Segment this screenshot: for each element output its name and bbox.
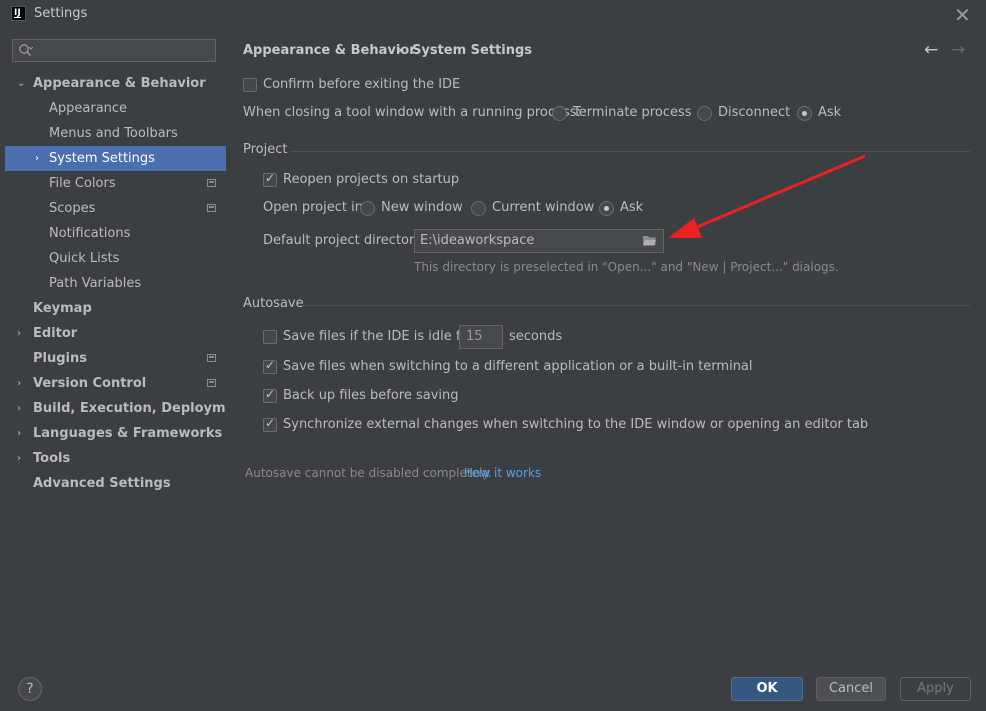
breadcrumb-current: System Settings xyxy=(412,43,533,58)
sidebar-item-label: Quick Lists xyxy=(49,251,120,266)
how-it-works-link[interactable]: How it works xyxy=(464,466,541,480)
intellij-logo-icon: IJ xyxy=(11,6,26,21)
sidebar-item-file-colors[interactable]: File Colors xyxy=(5,171,226,196)
sidebar-item-advanced-settings[interactable]: Advanced Settings xyxy=(5,471,226,496)
ask-label: Ask xyxy=(620,200,644,215)
sidebar-item-label: Menus and Toolbars xyxy=(49,126,178,141)
folder-icon[interactable] xyxy=(642,234,657,247)
confirm-exit-checkbox[interactable] xyxy=(243,78,257,92)
save-on-switch-checkbox[interactable] xyxy=(263,358,277,374)
sidebar-item-version-control[interactable]: › Version Control xyxy=(5,371,226,396)
cancel-button[interactable]: Cancel xyxy=(816,677,886,701)
new-window-radio[interactable] xyxy=(360,201,375,216)
sidebar-item-plugins[interactable]: Plugins xyxy=(5,346,226,371)
sidebar-item-notifications[interactable]: Notifications xyxy=(5,221,226,246)
sidebar-item-label: Path Variables xyxy=(49,276,142,291)
project-level-icon xyxy=(207,179,216,187)
idle-seconds-value: 15 xyxy=(466,329,483,344)
sidebar-item-menus-toolbars[interactable]: Menus and Toolbars xyxy=(5,121,226,146)
sidebar-item-label: Languages & Frameworks xyxy=(33,426,223,441)
current-window-label: Current window xyxy=(492,200,595,215)
sidebar-item-editor[interactable]: › Editor xyxy=(5,321,226,346)
sidebar-item-label: Appearance xyxy=(49,101,128,116)
backup-files-label: Back up files before saving xyxy=(283,388,459,403)
sidebar-item-quick-lists[interactable]: Quick Lists xyxy=(5,246,226,271)
forward-arrow-icon[interactable]: → xyxy=(951,40,965,60)
section-divider xyxy=(302,305,970,306)
sync-external-changes-checkbox[interactable] xyxy=(263,416,277,432)
default-directory-hint: This directory is preselected in "Open..… xyxy=(414,260,839,274)
new-window-label: New window xyxy=(381,200,463,215)
default-project-directory-value: E:\ideaworkspace xyxy=(420,233,535,248)
breadcrumb-parent[interactable]: Appearance & Behavior xyxy=(243,43,416,58)
open-project-in-label: Open project in xyxy=(263,200,363,215)
autosave-note: Autosave cannot be disabled completely. xyxy=(245,466,492,480)
sidebar-item-label: Notifications xyxy=(49,226,131,241)
save-idle-label: Save files if the IDE is idle for xyxy=(283,329,474,344)
default-project-directory-label: Default project directory: xyxy=(263,233,426,248)
sidebar-item-label: Tools xyxy=(33,451,71,466)
sidebar-item-tools[interactable]: › Tools xyxy=(5,446,226,471)
current-window-radio[interactable] xyxy=(471,201,486,216)
chevron-right-icon: › xyxy=(17,378,22,389)
terminate-process-label: Terminate process xyxy=(573,105,692,120)
sidebar-item-label: Scopes xyxy=(49,201,96,216)
breadcrumb-separator: › xyxy=(397,43,403,58)
ask-label: Ask xyxy=(818,105,842,120)
sidebar-item-appearance-behavior[interactable]: ⌄ Appearance & Behavior xyxy=(5,71,226,96)
project-level-icon xyxy=(207,204,216,212)
sidebar-item-keymap[interactable]: Keymap xyxy=(5,296,226,321)
confirm-exit-label: Confirm before exiting the IDE xyxy=(263,77,461,92)
chevron-right-icon: › xyxy=(17,428,22,439)
sidebar-item-appearance[interactable]: Appearance xyxy=(5,96,226,121)
reopen-projects-checkbox[interactable] xyxy=(263,171,277,187)
ask-radio[interactable] xyxy=(797,106,812,121)
apply-button[interactable]: Apply xyxy=(900,677,971,701)
help-button[interactable]: ? xyxy=(18,677,42,701)
search-icon xyxy=(19,44,33,56)
idle-seconds-suffix: seconds xyxy=(509,329,563,344)
title-bar xyxy=(0,0,986,30)
save-idle-checkbox[interactable] xyxy=(263,330,277,344)
backup-files-checkbox[interactable] xyxy=(263,387,277,403)
sidebar-item-system-settings[interactable]: › System Settings xyxy=(5,146,226,171)
chevron-right-icon: › xyxy=(17,328,22,339)
sidebar-item-scopes[interactable]: Scopes xyxy=(5,196,226,221)
save-on-switch-label: Save files when switching to a different… xyxy=(283,359,753,374)
ok-button[interactable]: OK xyxy=(731,677,803,701)
sidebar-item-label: Editor xyxy=(33,326,78,341)
ask-radio[interactable] xyxy=(599,201,614,216)
sidebar-item-label: Plugins xyxy=(33,351,87,366)
project-level-icon xyxy=(207,354,216,362)
sidebar-item-label: System Settings xyxy=(49,151,155,166)
sidebar-item-path-variables[interactable]: Path Variables xyxy=(5,271,226,296)
project-level-icon xyxy=(207,379,216,387)
disconnect-radio[interactable] xyxy=(697,106,712,121)
sidebar-item-label: Version Control xyxy=(33,376,147,391)
close-tool-window-label: When closing a tool window with a runnin… xyxy=(243,105,581,120)
terminate-process-radio[interactable] xyxy=(552,106,567,121)
chevron-right-icon: › xyxy=(35,153,39,164)
back-arrow-icon[interactable]: ← xyxy=(924,40,938,60)
reopen-projects-label: Reopen projects on startup xyxy=(283,172,460,187)
sidebar-item-languages-frameworks[interactable]: › Languages & Frameworks xyxy=(5,421,226,446)
chevron-right-icon: › xyxy=(17,403,22,414)
sidebar-item-build-execution-deployment[interactable]: › Build, Execution, Deployment xyxy=(5,396,250,421)
annotation-arrow-icon xyxy=(668,154,866,238)
autosave-section-header: Autosave xyxy=(243,296,304,311)
disconnect-label: Disconnect xyxy=(718,105,791,120)
chevron-down-icon: ⌄ xyxy=(17,78,26,89)
sidebar-item-label: File Colors xyxy=(49,176,116,191)
settings-search-input[interactable] xyxy=(12,39,216,62)
sync-external-changes-label: Synchronize external changes when switch… xyxy=(283,417,869,432)
settings-content-panel xyxy=(226,30,986,665)
sidebar-item-label: Advanced Settings xyxy=(33,476,171,491)
project-section-header: Project xyxy=(243,142,288,157)
sidebar-item-label: Appearance & Behavior xyxy=(33,76,206,91)
sidebar-item-label: Keymap xyxy=(33,301,92,316)
window-title: Settings xyxy=(34,6,88,21)
chevron-right-icon: › xyxy=(17,453,22,464)
sidebar-item-label: Build, Execution, Deployment xyxy=(33,401,250,416)
close-icon[interactable]: ✕ xyxy=(954,3,971,27)
